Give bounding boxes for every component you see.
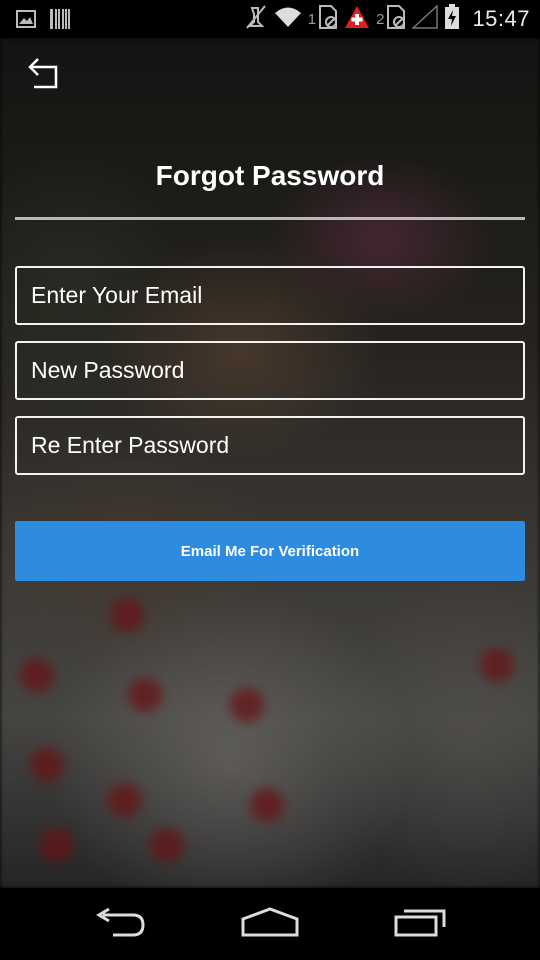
sim2-label: 2 xyxy=(376,10,385,28)
signal-icon xyxy=(411,3,439,34)
back-icon xyxy=(93,907,147,942)
sim-icon xyxy=(318,4,338,35)
recents-icon xyxy=(392,907,448,942)
image-icon xyxy=(16,10,36,33)
nav-back-button[interactable] xyxy=(80,904,160,944)
email-field[interactable] xyxy=(15,266,525,325)
navigation-bar xyxy=(0,888,540,960)
home-icon xyxy=(241,906,299,942)
sim-icon xyxy=(386,4,406,35)
nav-home-button[interactable] xyxy=(230,904,310,944)
back-button[interactable] xyxy=(22,56,66,96)
title-divider xyxy=(15,217,525,220)
reenter-password-field[interactable] xyxy=(15,416,525,475)
back-arrow-icon xyxy=(26,57,62,96)
nav-recents-button[interactable] xyxy=(380,904,460,944)
status-time: 15:47 xyxy=(472,6,530,31)
page-title: Forgot Password xyxy=(155,160,385,191)
sim1-label: 1 xyxy=(307,10,317,28)
barcode-icon xyxy=(50,8,70,35)
alert-icon xyxy=(344,5,370,34)
forgot-password-screen: 1 2 15:47 Forgot Password Enter Your Ema… xyxy=(0,0,540,960)
battery-icon xyxy=(444,3,460,35)
status-bar: 1 2 15:47 xyxy=(0,0,540,38)
email-verification-button[interactable]: Email Me For Verification xyxy=(15,521,525,581)
mute-icon xyxy=(244,4,268,35)
wifi-icon xyxy=(274,6,302,33)
new-password-field[interactable] xyxy=(15,341,525,400)
